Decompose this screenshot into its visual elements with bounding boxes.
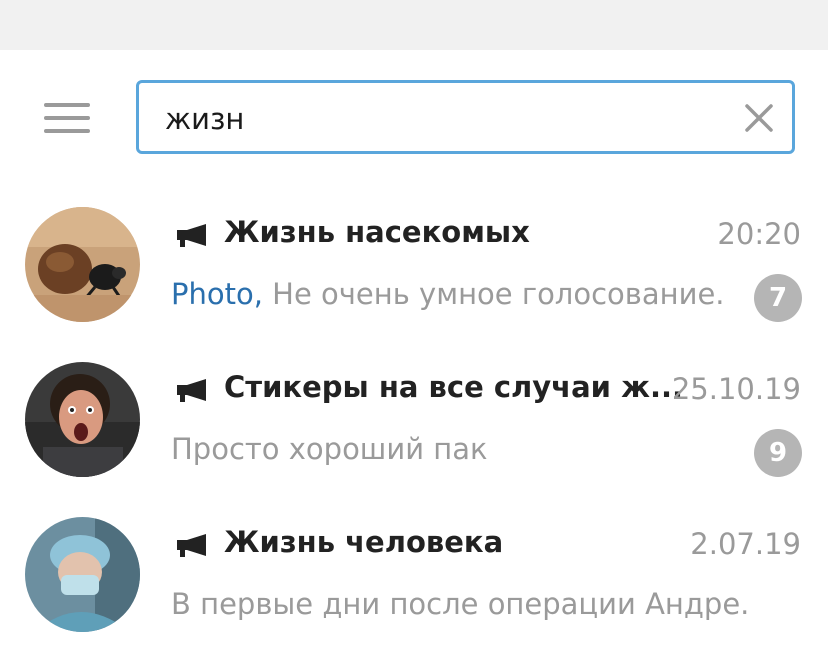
media-label: Photo, <box>171 277 263 311</box>
close-icon[interactable] <box>744 103 774 133</box>
megaphone-icon <box>176 534 210 558</box>
chat-title: Жизнь человека <box>224 525 504 559</box>
screaming-woman-photo-icon <box>25 362 140 477</box>
avatar <box>25 362 140 477</box>
chat-preview: Photo, Не очень умное голосование. <box>171 277 751 311</box>
unread-badge: 9 <box>754 429 802 477</box>
avatar <box>25 207 140 322</box>
chat-preview: В первые дни после операции Андре... <box>171 587 751 621</box>
unread-badge: 7 <box>754 274 802 322</box>
chat-list: Жизнь насекомых 20:20 Photo, Не очень ум… <box>0 190 828 655</box>
preview-text: В первые дни после операции Андре... <box>171 587 751 621</box>
beetle-photo-icon <box>25 207 140 322</box>
surgeon-photo-icon <box>25 517 140 632</box>
window-top-bar <box>0 0 828 50</box>
chat-time: 25.10.19 <box>671 372 801 406</box>
search-input[interactable] <box>165 97 725 141</box>
list-item[interactable]: Жизнь насекомых 20:20 Photo, Не очень ум… <box>0 190 828 345</box>
chat-title: Стикеры на все случаи ж... <box>224 370 683 404</box>
megaphone-icon <box>176 224 210 248</box>
search-box <box>136 80 795 154</box>
list-item[interactable]: Стикеры на все случаи ж... 25.10.19 Прос… <box>0 345 828 500</box>
chat-preview: Просто хороший пак <box>171 432 751 466</box>
preview-text: Не очень умное голосование. <box>262 277 725 311</box>
megaphone-icon <box>176 379 210 403</box>
preview-text: Просто хороший пак <box>171 432 488 466</box>
chat-title: Жизнь насекомых <box>224 215 530 249</box>
chat-time: 2.07.19 <box>690 527 801 561</box>
hamburger-menu-icon[interactable] <box>44 103 90 135</box>
avatar <box>25 517 140 632</box>
chat-time: 20:20 <box>717 217 801 251</box>
list-item[interactable]: Жизнь человека 2.07.19 В первые дни посл… <box>0 500 828 655</box>
